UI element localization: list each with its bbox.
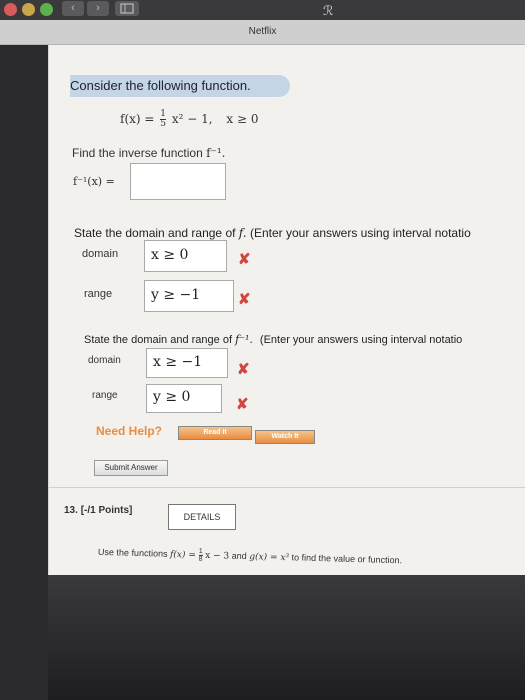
q13-fraction-num: 1 xyxy=(198,547,203,556)
q13-end: to find the value or function. xyxy=(291,552,403,566)
extension-icon[interactable]: ℛ xyxy=(320,2,336,19)
tab-bar: Netflix xyxy=(0,20,525,45)
f-domain-label: domain xyxy=(82,248,119,260)
interval-note-2: (Enter your answers using interval notat… xyxy=(259,334,463,346)
svg-text:ℛ: ℛ xyxy=(323,4,333,18)
question-number: 13. xyxy=(64,505,78,516)
domain-range-prompt-inv-text: State the domain and range of xyxy=(84,334,232,346)
q13-g-def: g(x) = x³ xyxy=(249,552,290,564)
interval-note: (Enter your answers using interval notat… xyxy=(249,226,471,240)
function-condition: x ≥ 0 xyxy=(226,112,259,126)
f-range-input[interactable]: y ≥ −1 xyxy=(144,280,234,312)
function-rhs: x² − 1, xyxy=(171,112,213,126)
desk-background xyxy=(48,575,525,700)
inv-domain-label: domain xyxy=(88,355,121,366)
function-definition: f(x) = 1 5 x² − 1, x ≥ 0 xyxy=(120,110,258,129)
inv-range-wrong-icon: ✘ xyxy=(236,396,249,413)
inverse-label: f⁻¹(x) = xyxy=(73,175,115,188)
fraction-denominator: 5 xyxy=(160,119,167,129)
inv-range-label: range xyxy=(92,390,118,401)
q13-fraction-den: 8 xyxy=(198,555,203,563)
inverse-symbol: f⁻¹. xyxy=(206,146,226,160)
inverse-prompt-text: Find the inverse function xyxy=(72,146,203,160)
q13-fraction: 1 8 xyxy=(198,547,203,563)
question-points: [-/1 Points] xyxy=(80,505,133,516)
fraction: 1 5 xyxy=(160,110,167,129)
watch-it-button[interactable]: Watch It xyxy=(255,430,315,444)
question-title: Consider the following function. xyxy=(70,75,290,97)
inverse-input[interactable] xyxy=(130,163,226,200)
browser-toolbar: ‹ › ℛ xyxy=(0,0,525,20)
inv-domain-input[interactable]: x ≥ −1 xyxy=(146,348,228,378)
domain-range-prompt-inverse: State the domain and range of f⁻¹. (Ente… xyxy=(84,333,462,346)
maximize-window-button[interactable] xyxy=(40,3,53,16)
f-domain-wrong-icon: ✘ xyxy=(238,251,251,268)
question-13-header: 13. [-/1 Points] xyxy=(64,505,132,516)
domain-range-prompt-f-text: State the domain and range of xyxy=(74,226,236,240)
need-help-label: Need Help? xyxy=(96,424,163,438)
q13-intro: Use the functions xyxy=(97,546,168,559)
f-symbol: f. xyxy=(238,226,247,240)
minimize-window-button[interactable] xyxy=(22,3,35,16)
submit-answer-button[interactable]: Submit Answer xyxy=(94,460,168,476)
q13-f-rest: x − 3 xyxy=(204,550,230,562)
function-lhs: f(x) = xyxy=(120,112,155,126)
close-window-button[interactable] xyxy=(4,3,17,16)
f-range-label: range xyxy=(84,288,113,300)
question-divider xyxy=(48,487,525,488)
f-domain-input[interactable]: x ≥ 0 xyxy=(144,240,227,272)
inv-range-input[interactable]: y ≥ 0 xyxy=(146,384,222,413)
read-it-button[interactable]: Read It xyxy=(178,426,252,440)
inverse-symbol-2: f⁻¹. xyxy=(235,333,253,346)
q13-and: and xyxy=(231,550,247,562)
forward-button[interactable]: › xyxy=(87,1,109,16)
domain-range-prompt-f: State the domain and range of f. (Enter … xyxy=(74,226,471,240)
inverse-prompt: Find the inverse function f⁻¹. xyxy=(72,146,226,160)
back-button[interactable]: ‹ xyxy=(62,1,84,16)
q13-f-def: f(x) = xyxy=(169,549,199,561)
inv-domain-wrong-icon: ✘ xyxy=(237,361,250,378)
sidebar-icon[interactable] xyxy=(115,1,139,16)
tab-netflix[interactable]: Netflix xyxy=(0,26,525,37)
f-range-wrong-icon: ✘ xyxy=(238,291,251,308)
details-button[interactable]: DETAILS xyxy=(168,504,236,530)
